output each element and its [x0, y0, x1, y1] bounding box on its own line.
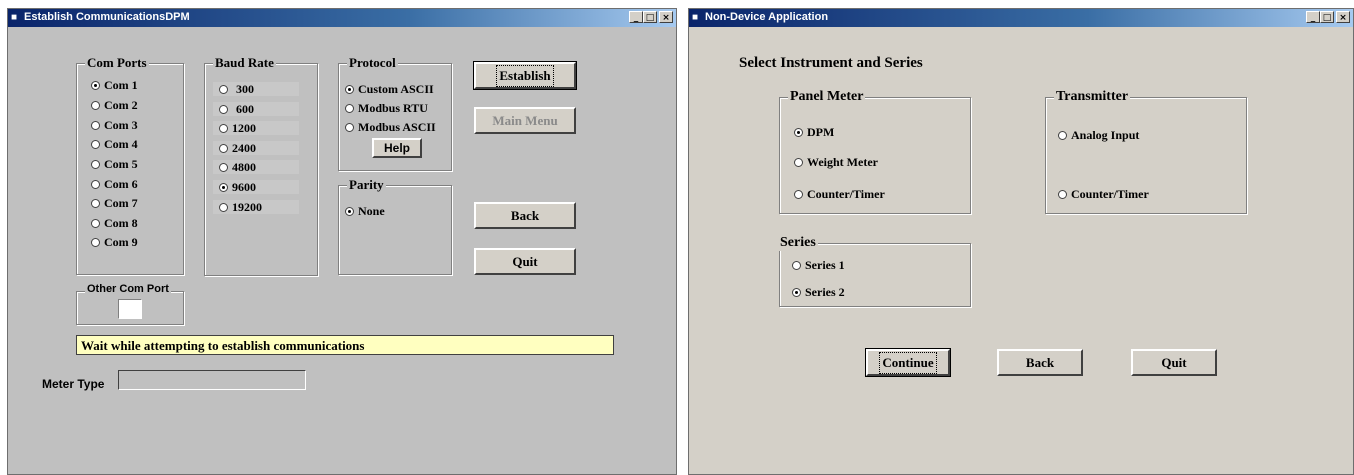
series-group: Series Series 1 Series 2: [778, 235, 971, 307]
radio-icon: [345, 123, 354, 132]
quit-button[interactable]: Quit: [1131, 349, 1217, 376]
radio-icon: [91, 199, 100, 208]
window2-titlebar: ■ Non-Device Application _ □ ×: [689, 9, 1353, 27]
radio-com-2[interactable]: Com 2: [91, 98, 138, 113]
window1-titlebar: ■ Establish CommunicationsDPM _ □ ×: [8, 9, 676, 27]
transmitter-group: Transmitter Analog Input Counter/Timer: [1045, 89, 1247, 214]
page-heading: Select Instrument and Series: [739, 55, 923, 71]
radio-selected-icon: [792, 288, 801, 297]
radio-icon: [91, 180, 100, 189]
other-com-port-group: Other Com Port: [76, 283, 184, 325]
radio-baud-1200[interactable]: 1200: [219, 121, 256, 136]
panel-meter-group: Panel Meter DPM Weight Meter Counter/Tim…: [779, 89, 971, 214]
maximize-button[interactable]: □: [643, 11, 657, 23]
radio-selected-icon: [794, 128, 803, 137]
quit-button[interactable]: Quit: [474, 248, 576, 275]
radio-icon: [219, 85, 228, 94]
radio-icon: [794, 190, 803, 199]
back-button[interactable]: Back: [474, 202, 576, 229]
radio-icon: [794, 158, 803, 167]
radio-baud-300[interactable]: 300: [219, 82, 254, 97]
radio-com-4[interactable]: Com 4: [91, 137, 138, 152]
radio-selected-icon: [219, 183, 228, 192]
radio-com-3[interactable]: Com 3: [91, 118, 138, 133]
parity-group: Parity None: [338, 177, 452, 275]
radio-baud-9600[interactable]: 9600: [219, 180, 256, 195]
meter-type-label: Meter Type: [42, 377, 105, 391]
status-message: Wait while attempting to establish commu…: [76, 335, 614, 355]
other-com-port-input[interactable]: [118, 299, 142, 319]
radio-parity-none[interactable]: None: [345, 204, 385, 219]
radio-selected-icon: [345, 85, 354, 94]
radio-icon: [91, 238, 100, 247]
com-ports-group: Com Ports Com 1 Com 2 Com 3 Com 4 Com 5 …: [76, 55, 184, 275]
radio-icon: [345, 104, 354, 113]
help-button[interactable]: Help: [372, 138, 422, 158]
radio-dpm[interactable]: DPM: [794, 125, 834, 140]
com-ports-title: Com Ports: [85, 55, 149, 71]
radio-transmitter-counter-timer[interactable]: Counter/Timer: [1058, 187, 1149, 202]
minimize-button[interactable]: _: [629, 11, 643, 23]
close-button[interactable]: ×: [1336, 11, 1350, 23]
parity-title: Parity: [347, 177, 386, 193]
maximize-button[interactable]: □: [1320, 11, 1334, 23]
radio-com-7[interactable]: Com 7: [91, 196, 138, 211]
radio-panel-counter-timer[interactable]: Counter/Timer: [794, 187, 885, 202]
radio-selected-icon: [91, 81, 100, 90]
radio-baud-19200[interactable]: 19200: [219, 200, 262, 215]
radio-com-5[interactable]: Com 5: [91, 157, 138, 172]
radio-icon: [219, 124, 228, 133]
main-menu-button[interactable]: Main Menu: [474, 107, 576, 134]
radio-com-1[interactable]: Com 1: [91, 78, 138, 93]
minimize-button[interactable]: _: [1306, 11, 1320, 23]
close-button[interactable]: ×: [659, 11, 673, 23]
window2-title: Non-Device Application: [705, 11, 829, 23]
radio-series-2[interactable]: Series 2: [792, 285, 845, 300]
radio-com-9[interactable]: Com 9: [91, 235, 138, 250]
window1-title: Establish CommunicationsDPM: [24, 11, 190, 23]
radio-baud-4800[interactable]: 4800: [219, 160, 256, 175]
app-icon: ■: [11, 12, 18, 23]
other-com-port-title: Other Com Port: [85, 283, 171, 295]
back-button[interactable]: Back: [997, 349, 1083, 376]
radio-baud-2400[interactable]: 2400: [219, 141, 256, 156]
radio-icon: [91, 140, 100, 149]
radio-custom-ascii[interactable]: Custom ASCII: [345, 82, 434, 97]
radio-icon: [219, 105, 228, 114]
radio-icon: [91, 219, 100, 228]
radio-icon: [1058, 131, 1067, 140]
baud-rate-title: Baud Rate: [213, 55, 276, 71]
radio-com-6[interactable]: Com 6: [91, 177, 138, 192]
baud-rate-group: Baud Rate 300 600 1200 2400 4800 9600 19…: [204, 55, 318, 276]
panel-meter-title: Panel Meter: [788, 89, 866, 105]
radio-icon: [91, 101, 100, 110]
establish-communications-window: ■ Establish CommunicationsDPM _ □ × Com …: [7, 8, 677, 475]
radio-series-1[interactable]: Series 1: [792, 258, 845, 273]
radio-analog-input[interactable]: Analog Input: [1058, 128, 1139, 143]
radio-weight-meter[interactable]: Weight Meter: [794, 155, 878, 170]
radio-icon: [1058, 190, 1067, 199]
series-title: Series: [778, 235, 818, 251]
transmitter-title: Transmitter: [1054, 89, 1131, 105]
radio-baud-600[interactable]: 600: [219, 102, 254, 117]
radio-icon: [219, 203, 228, 212]
radio-icon: [91, 160, 100, 169]
radio-selected-icon: [345, 207, 354, 216]
protocol-group: Protocol Custom ASCII Modbus RTU Modbus …: [338, 55, 452, 171]
radio-modbus-rtu[interactable]: Modbus RTU: [345, 101, 428, 116]
establish-button[interactable]: Establish: [473, 61, 577, 90]
continue-button[interactable]: Continue: [865, 348, 951, 377]
app-icon: ■: [692, 12, 699, 23]
radio-icon: [219, 144, 228, 153]
radio-com-8[interactable]: Com 8: [91, 216, 138, 231]
radio-icon: [792, 261, 801, 270]
non-device-application-window: ■ Non-Device Application _ □ × Select In…: [688, 8, 1354, 475]
protocol-title: Protocol: [347, 55, 398, 71]
radio-icon: [91, 121, 100, 130]
meter-type-field: [118, 370, 306, 390]
radio-modbus-ascii[interactable]: Modbus ASCII: [345, 120, 436, 135]
radio-icon: [219, 163, 228, 172]
